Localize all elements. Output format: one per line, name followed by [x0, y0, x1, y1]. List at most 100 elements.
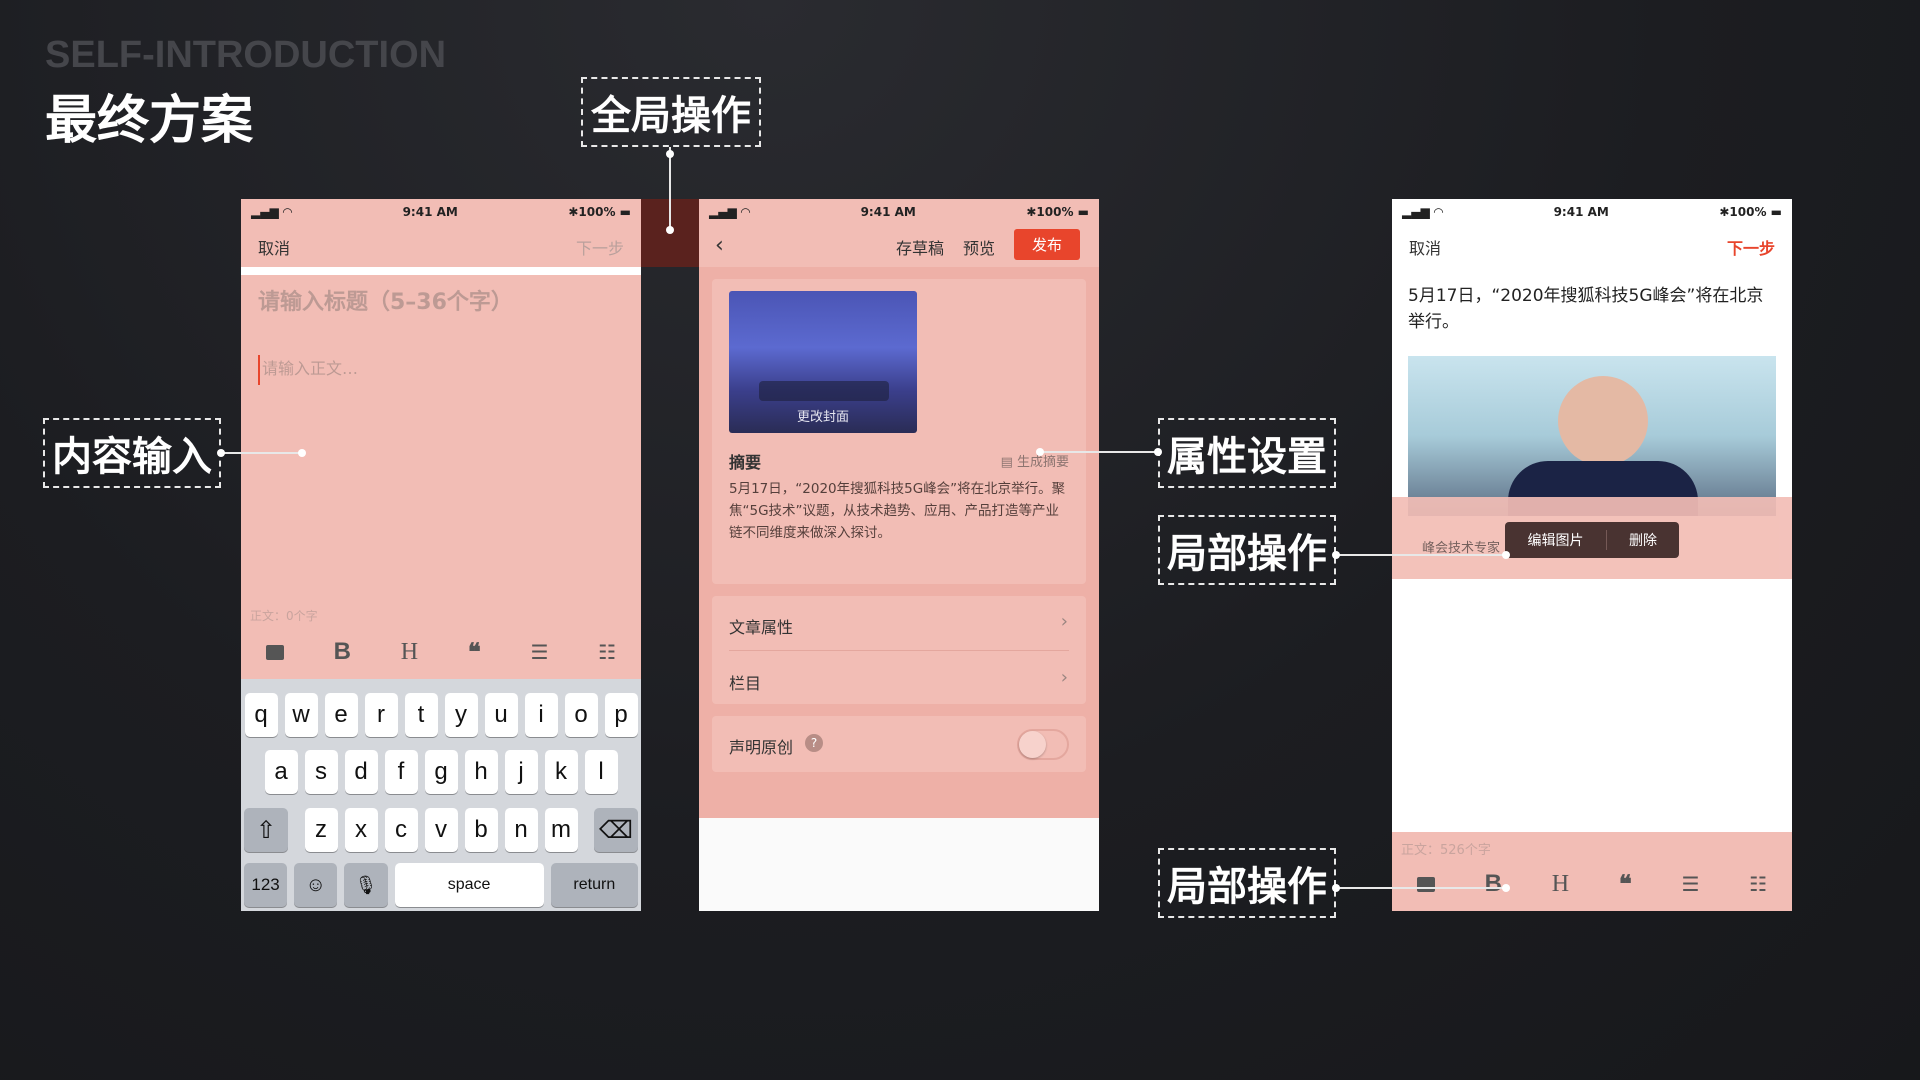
help-icon[interactable]: ? [805, 734, 823, 752]
numbered-list-icon[interactable]: ☷ [1749, 872, 1767, 897]
cover-image[interactable]: 更改封面 [729, 291, 917, 433]
divider [729, 650, 1069, 651]
bluetooth-icon: ✱ [1719, 205, 1730, 219]
status-time: 9:41 AM [1553, 205, 1609, 219]
battery-percent: 100% [1036, 205, 1074, 219]
microphone-key[interactable]: 🎙 [344, 863, 388, 907]
body-placeholder: 请输入正文… [262, 359, 359, 378]
connector-line [1336, 554, 1506, 556]
connector-line [221, 452, 301, 454]
next-step-button[interactable]: 下一步 [576, 235, 624, 259]
keyboard-row-2: asdfghjkl [241, 750, 641, 794]
image-icon[interactable] [1416, 876, 1435, 892]
word-count: 正文：0个字 [250, 609, 318, 623]
key-b[interactable]: b [464, 808, 498, 852]
backspace-key[interactable]: ⌫ [594, 808, 638, 852]
keyboard-row-3: ⇧ zxcvbnm ⌫ [241, 808, 641, 852]
original-toggle[interactable] [1017, 729, 1069, 760]
connector-dot [666, 150, 674, 158]
key-e[interactable]: e [324, 693, 358, 737]
column-label[interactable]: 栏目 [729, 670, 761, 694]
heading-icon[interactable]: H [1552, 871, 1569, 898]
cancel-button[interactable]: 取消 [258, 235, 290, 259]
image-operation-overlay: 峰会技术专家 编辑图片 删除 [1392, 497, 1792, 579]
image-icon[interactable] [265, 644, 284, 660]
key-c[interactable]: c [384, 808, 418, 852]
page-title: 最终方案 [45, 91, 254, 151]
cover-card: 更改封面 摘要 ▤ 生成摘要 5月17日，“2020年搜狐科技5G峰会”将在北京… [712, 279, 1086, 584]
numbered-list-icon[interactable]: ☷ [598, 640, 616, 665]
article-properties-row[interactable]: 文章属性 › 栏目 › [712, 596, 1086, 704]
annotation-global-operations: 全局操作 [581, 77, 761, 147]
bluetooth-icon: ✱ [1026, 205, 1037, 219]
list-icon[interactable]: ☰ [530, 640, 548, 665]
body-input[interactable]: 请输入正文… [258, 355, 618, 385]
numbers-key[interactable]: 123 [244, 863, 288, 907]
image-action-menu: 编辑图片 删除 [1505, 522, 1679, 558]
shift-key[interactable]: ⇧ [244, 808, 288, 852]
keyboard-row-4: 123 ☺ 🎙 space return [241, 863, 641, 907]
key-o[interactable]: o [564, 693, 598, 737]
key-u[interactable]: u [484, 693, 518, 737]
connector-dot [217, 449, 225, 457]
key-m[interactable]: m [544, 808, 578, 852]
back-icon[interactable]: ‹ [715, 233, 724, 258]
key-z[interactable]: z [304, 808, 338, 852]
key-f[interactable]: f [384, 750, 418, 794]
cancel-button[interactable]: 取消 [1409, 235, 1441, 259]
key-a[interactable]: a [264, 750, 298, 794]
key-k[interactable]: k [544, 750, 578, 794]
change-cover-label[interactable]: 更改封面 [729, 406, 917, 425]
connector-dot [1502, 551, 1510, 559]
key-j[interactable]: j [504, 750, 538, 794]
key-p[interactable]: p [604, 693, 638, 737]
emoji-key[interactable]: ☺ [294, 863, 338, 907]
key-n[interactable]: n [504, 808, 538, 852]
subtitle: SELF-INTRODUCTION [45, 34, 447, 76]
key-i[interactable]: i [524, 693, 558, 737]
annotation-local-operations-image: 局部操作 [1158, 515, 1336, 585]
publish-button[interactable]: 发布 [1014, 229, 1080, 260]
key-l[interactable]: l [584, 750, 618, 794]
quote-icon[interactable]: ❝ [1619, 870, 1632, 899]
generate-summary-button[interactable]: ▤ 生成摘要 [1001, 451, 1069, 470]
key-w[interactable]: w [284, 693, 318, 737]
connector-dot [1502, 884, 1510, 892]
properties-area: 更改封面 摘要 ▤ 生成摘要 5月17日，“2020年搜狐科技5G峰会”将在北京… [699, 267, 1099, 818]
return-key[interactable]: return [550, 863, 638, 907]
battery-percent: 100% [578, 205, 616, 219]
list-icon[interactable]: ☰ [1681, 872, 1699, 897]
article-image[interactable] [1408, 356, 1776, 516]
key-t[interactable]: t [404, 693, 438, 737]
quote-icon[interactable]: ❝ [468, 638, 481, 667]
key-g[interactable]: g [424, 750, 458, 794]
space-key[interactable]: space [394, 863, 544, 907]
key-h[interactable]: h [464, 750, 498, 794]
delete-button[interactable]: 删除 [1607, 530, 1679, 550]
summary-text[interactable]: 5月17日，“2020年搜狐科技5G峰会”将在北京举行。聚焦“5G技术”议题，从… [729, 478, 1072, 544]
screen-properties: ▂▄▆ ◠ 9:41 AM ✱100% ▬ ‹ 存草稿 预览 发布 更改封面 摘… [699, 199, 1099, 911]
connector-line [669, 147, 671, 229]
key-r[interactable]: r [364, 693, 398, 737]
key-x[interactable]: x [344, 808, 378, 852]
next-step-button[interactable]: 下一步 [1727, 235, 1775, 259]
title-input[interactable]: 请输入标题（5–36个字） [258, 284, 513, 316]
preview-button[interactable]: 预览 [963, 235, 995, 259]
key-q[interactable]: q [244, 693, 278, 737]
declare-original-label: 声明原创 [729, 738, 794, 757]
status-bar: ▂▄▆ ◠ 9:41 AM ✱100% ▬ [699, 199, 1099, 225]
status-time: 9:41 AM [860, 205, 916, 219]
bluetooth-icon: ✱ [568, 205, 579, 219]
save-draft-button[interactable]: 存草稿 [896, 235, 944, 259]
battery-indicator: ✱100% ▬ [1719, 205, 1782, 219]
bold-icon[interactable]: B [334, 638, 351, 666]
annotation-property-settings: 属性设置 [1158, 418, 1336, 488]
key-v[interactable]: v [424, 808, 458, 852]
edit-image-button[interactable]: 编辑图片 [1505, 530, 1607, 550]
bold-icon[interactable]: B [1485, 870, 1502, 898]
key-y[interactable]: y [444, 693, 478, 737]
body-text[interactable]: 5月17日，“2020年搜狐科技5G峰会”将在北京举行。 [1408, 283, 1776, 335]
heading-icon[interactable]: H [401, 639, 418, 666]
key-d[interactable]: d [344, 750, 378, 794]
key-s[interactable]: s [304, 750, 338, 794]
